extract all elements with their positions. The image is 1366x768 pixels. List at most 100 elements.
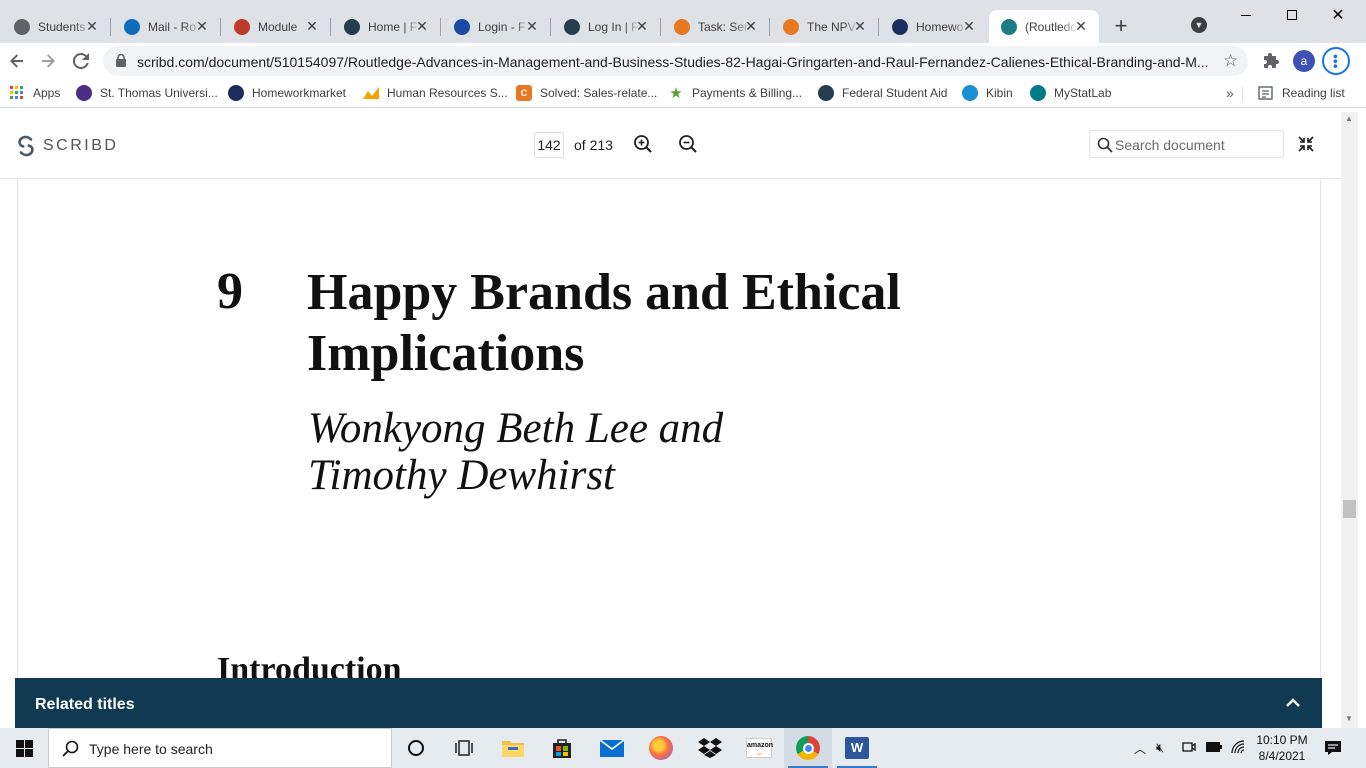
close-tab-icon[interactable]: ✕ xyxy=(1073,18,1089,34)
browser-tab[interactable]: Homewo ✕ xyxy=(880,10,987,43)
reading-list-button[interactable]: Reading list xyxy=(1258,84,1345,102)
browser-tab[interactable]: Log In | F ✕ xyxy=(552,10,661,43)
word-button[interactable]: W xyxy=(833,728,881,768)
meet-now-icon[interactable] xyxy=(1182,740,1196,757)
close-tab-icon[interactable]: ✕ xyxy=(634,18,650,34)
close-tab-icon[interactable]: ✕ xyxy=(524,18,540,34)
new-tab-button[interactable]: + xyxy=(1108,14,1134,40)
start-button[interactable] xyxy=(0,728,48,768)
fsa-icon xyxy=(818,85,834,101)
maximize-button[interactable] xyxy=(1269,0,1315,30)
amazon-icon: amazon ⌣ xyxy=(746,738,773,758)
bookmark-item[interactable]: Human Resources S... xyxy=(363,84,508,102)
mail-button[interactable] xyxy=(588,728,636,768)
bookmark-item[interactable]: MyStatLab xyxy=(1030,84,1111,102)
puzzle-icon xyxy=(1264,53,1279,68)
minimize-button[interactable] xyxy=(1223,0,1269,30)
chevron-up-icon[interactable] xyxy=(1286,698,1300,707)
bookmark-item[interactable]: St. Thomas Universi... xyxy=(76,84,218,102)
browser-tab[interactable]: Home | F ✕ xyxy=(332,10,441,43)
bookmark-item[interactable]: C Solved: Sales-relate... xyxy=(516,84,657,102)
bookmark-star-icon[interactable]: ☆ xyxy=(1223,51,1238,71)
address-bar[interactable]: scribd.com/document/510154097/Routledge-… xyxy=(103,46,1248,76)
firefox-icon xyxy=(649,736,673,760)
minimize-icon xyxy=(1241,14,1251,16)
show-hidden-icons-chevron-icon[interactable]: ︿ xyxy=(1134,740,1146,757)
exit-fullscreen-button[interactable] xyxy=(1298,136,1314,155)
volume-muted-icon[interactable]: 🔇︎ xyxy=(1156,740,1164,756)
authors-line: Timothy Dewhirst xyxy=(308,452,616,499)
bookmark-item[interactable]: Apps xyxy=(9,84,60,102)
close-tab-icon[interactable]: ✕ xyxy=(852,18,868,34)
browser-tab[interactable]: Login - F ✕ xyxy=(442,10,551,43)
scroll-up-arrow-icon[interactable]: ▲ xyxy=(1345,114,1353,123)
browser-tab[interactable]: Students ✕ xyxy=(2,10,111,43)
browser-tab[interactable]: (Routledc ✕ xyxy=(989,10,1099,43)
cortana-button[interactable] xyxy=(392,728,440,768)
file-explorer-button[interactable] xyxy=(489,728,537,768)
close-tab-icon[interactable]: ✕ xyxy=(743,18,759,34)
tab-title: Home | F xyxy=(368,19,418,34)
browser-tab[interactable]: Module ✕ xyxy=(222,10,331,43)
browser-tab[interactable]: The NPV ✕ xyxy=(771,10,879,43)
star-icon: ★ xyxy=(669,85,683,102)
close-tab-icon[interactable]: ✕ xyxy=(194,18,210,34)
firefox-button[interactable] xyxy=(637,728,685,768)
close-tab-icon[interactable]: ✕ xyxy=(304,18,320,34)
chrome-menu-button[interactable]: ••• xyxy=(1322,47,1350,75)
dropbox-button[interactable] xyxy=(686,728,734,768)
browser-tab[interactable]: Mail - Ro ✕ xyxy=(112,10,221,43)
folder-icon xyxy=(502,741,524,757)
system-clock[interactable]: 10:10 PM 8/4/2021 xyxy=(1252,732,1312,764)
reload-button[interactable] xyxy=(68,48,94,74)
taskbar-search-box[interactable]: Type here to search xyxy=(48,728,392,768)
search-document-input[interactable]: Search document xyxy=(1089,130,1284,158)
tab-separator xyxy=(660,18,661,36)
page-number-input[interactable]: 142 xyxy=(534,132,564,158)
scribd-logo[interactable]: SCRIBD xyxy=(16,135,118,157)
zoom-out-button[interactable] xyxy=(678,134,698,157)
authors-line: Wonkyong Beth Lee and xyxy=(308,405,724,452)
page-scrollbar[interactable]: ▲ ▼ xyxy=(1341,112,1358,728)
zoom-in-button[interactable] xyxy=(633,134,653,157)
close-window-button[interactable]: ✕ xyxy=(1315,0,1361,30)
homework-icon xyxy=(228,85,244,101)
bookmark-label: Solved: Sales-relate... xyxy=(540,86,658,100)
close-tab-icon[interactable]: ✕ xyxy=(414,18,430,34)
back-button[interactable] xyxy=(4,48,30,74)
fsa-icon xyxy=(344,18,360,35)
chegg-icon xyxy=(674,18,690,35)
chrome-button[interactable] xyxy=(784,728,832,768)
chrome-icon xyxy=(796,736,820,760)
profile-avatar[interactable]: a xyxy=(1293,50,1315,72)
notifications-icon[interactable] xyxy=(1324,740,1342,759)
chapter-title-line: Implications xyxy=(307,325,585,382)
task-view-button[interactable] xyxy=(440,728,488,768)
bookmark-item[interactable]: Homeworkmarket xyxy=(228,84,346,102)
search-placeholder: Search document xyxy=(1115,137,1225,153)
microsoft-store-button[interactable] xyxy=(538,728,586,768)
forward-button[interactable] xyxy=(35,48,61,74)
bookmark-item[interactable]: Federal Student Aid xyxy=(818,84,947,102)
bookmark-item[interactable]: ★ Payments & Billing... xyxy=(668,84,802,102)
extensions-button[interactable] xyxy=(1259,48,1285,74)
related-titles-label: Related titles xyxy=(35,696,135,713)
zoom-out-icon xyxy=(679,135,697,153)
tab-search-icon[interactable]: ▼ xyxy=(1191,17,1207,33)
browser-tab[interactable]: Task: Ser ✕ xyxy=(662,10,770,43)
amazon-button[interactable]: amazon ⌣ xyxy=(735,728,783,768)
related-titles-bar[interactable]: Related titles xyxy=(15,678,1322,728)
kebab-menu-icon: ••• xyxy=(1328,53,1344,69)
bookmark-item[interactable]: Kibin xyxy=(962,84,1013,102)
close-tab-icon[interactable]: ✕ xyxy=(961,18,977,34)
scribd-header: SCRIBD 142 of 213 Search document xyxy=(0,112,1341,179)
wifi-icon[interactable] xyxy=(1231,740,1245,757)
chapter-authors: Wonkyong Beth Lee and Timothy Dewhirst xyxy=(308,405,1008,499)
close-tab-icon[interactable]: ✕ xyxy=(84,18,100,34)
scrollbar-thumb[interactable] xyxy=(1343,500,1356,518)
scroll-down-arrow-icon[interactable]: ▼ xyxy=(1345,714,1353,723)
mystatlab-icon xyxy=(1030,85,1046,101)
document-viewport[interactable]: 9 Happy Brands and Ethical Implications … xyxy=(0,179,1341,728)
battery-icon[interactable] xyxy=(1205,741,1223,756)
more-bookmarks-chevron-icon[interactable]: » xyxy=(1226,85,1234,101)
